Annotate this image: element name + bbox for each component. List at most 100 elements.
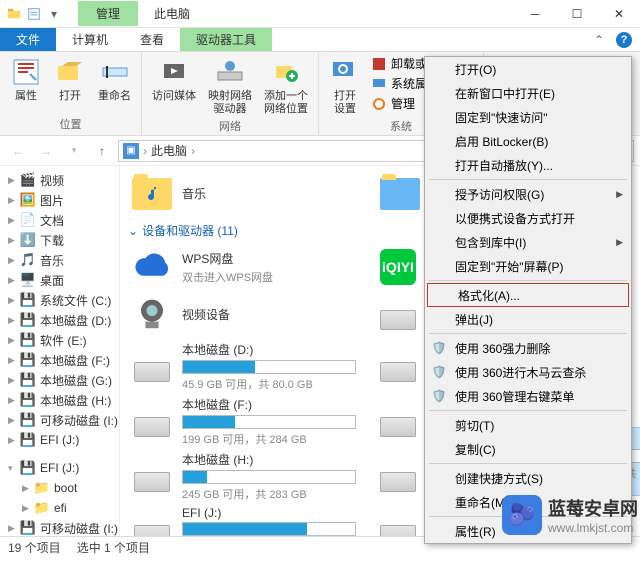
expand-icon[interactable]: ▶ [8, 415, 15, 426]
recent-button[interactable]: ▾ [62, 139, 86, 163]
tree-item[interactable]: ▶🖥️桌面 [0, 270, 119, 290]
manage-tab[interactable]: 管理 [78, 1, 138, 26]
menu-library[interactable]: 包含到库中(I)▶ [425, 230, 631, 254]
tree-item[interactable]: ▶📁efi [0, 498, 119, 518]
tree-item[interactable]: ▶💾本地磁盘 (H:) [0, 390, 119, 410]
tree-item[interactable]: ▾💾EFI (J:) [0, 458, 119, 478]
dl-icon: ⬇️ [20, 232, 36, 248]
local-drive[interactable] [378, 504, 418, 536]
tree-item[interactable]: ▶🖼️图片 [0, 190, 119, 210]
menu-pin-start[interactable]: 固定到"开始"屏幕(P) [425, 254, 631, 278]
system-drive[interactable]: 系 [378, 291, 418, 339]
menu-open-new[interactable]: 在新窗口中打开(E) [425, 81, 631, 105]
menu-360-virus[interactable]: 🛡️使用 360进行木马云查杀 [425, 360, 631, 384]
qat-dropdown-icon[interactable]: ▾ [46, 6, 62, 22]
menu-format[interactable]: 格式化(A)... [427, 283, 629, 307]
navigation-pane[interactable]: ▶🎬视频▶🖼️图片▶📄文档▶⬇️下载▶🎵音乐▶🖥️桌面▶💾系统文件 (C:)▶💾… [0, 166, 120, 536]
expand-icon[interactable]: ▶ [8, 435, 15, 446]
drive-icon [380, 345, 416, 389]
menu-360-delete[interactable]: 🛡️使用 360强力删除 [425, 336, 631, 360]
expand-icon[interactable]: ▶ [8, 295, 15, 306]
menu-portable[interactable]: 以便携式设备方式打开 [425, 206, 631, 230]
ribbon-group-location: 属性 打开 重命名 位置 [0, 52, 142, 135]
local-drive[interactable]: 本地磁盘 (F:) 199 GB 可用，共 284 GB [128, 394, 358, 449]
tree-item[interactable]: ▶💾可移动磁盘 (I:) [0, 518, 119, 536]
menu-access[interactable]: 授予访问权限(G)▶ [425, 182, 631, 206]
tree-item[interactable]: ▶💾本地磁盘 (D:) [0, 310, 119, 330]
expand-icon[interactable]: ▶ [8, 235, 15, 246]
forward-button[interactable]: → [34, 139, 58, 163]
menu-bitlocker[interactable]: 启用 BitLocker(B) [425, 129, 631, 153]
help-icon[interactable]: ? [616, 32, 632, 48]
expand-icon[interactable]: ▾ [8, 463, 13, 474]
menu-autoplay[interactable]: 打开自动播放(Y)... [425, 153, 631, 177]
expand-icon[interactable]: ▶ [8, 195, 15, 206]
local-drive[interactable]: 本地磁盘 (H:) 245 GB 可用，共 283 GB [128, 449, 358, 504]
minimize-button[interactable]: ─ [514, 0, 556, 28]
menu-eject[interactable]: 弹出(J) [425, 307, 631, 331]
computer-tab[interactable]: 计算机 [56, 28, 124, 51]
access-media-button[interactable]: 访问媒体 [148, 54, 200, 105]
collapse-ribbon-icon[interactable]: ⌃ [594, 33, 604, 47]
tree-item[interactable]: ▶🎵音乐 [0, 250, 119, 270]
folder-desktop[interactable]: 桌 [378, 170, 418, 218]
expand-icon[interactable]: ▶ [8, 523, 15, 534]
menu-360-rightmenu[interactable]: 🛡️使用 360管理右键菜单 [425, 384, 631, 408]
folder-icon[interactable] [6, 6, 22, 22]
tree-item[interactable]: ▶💾软件 (E:) [0, 330, 119, 350]
local-drive[interactable]: 本 [378, 394, 418, 449]
view-tab[interactable]: 查看 [124, 28, 180, 51]
menu-cut[interactable]: 剪切(T) [425, 413, 631, 437]
local-drive[interactable]: EFI (J:) 122 MB 可用，共 447 MB [128, 504, 358, 536]
properties-button[interactable]: 属性 [6, 54, 46, 105]
expand-icon[interactable]: ▶ [8, 355, 15, 366]
context-menu: 打开(O) 在新窗口中打开(E) 固定到"快速访问" 启用 BitLocker(… [424, 56, 632, 544]
expand-icon[interactable]: ▶ [8, 175, 15, 186]
expand-icon[interactable]: ▶ [22, 503, 29, 514]
tree-item[interactable]: ▶💾本地磁盘 (F:) [0, 350, 119, 370]
folder-music[interactable]: 音乐 [128, 170, 358, 218]
map-drive-button[interactable]: 映射网络 驱动器 [204, 54, 256, 118]
tree-item[interactable]: ▶📄文档 [0, 210, 119, 230]
drive-icon [380, 400, 416, 444]
menu-pin-quick[interactable]: 固定到"快速访问" [425, 105, 631, 129]
drive-capacity: 245 GB 可用，共 283 GB [182, 486, 356, 502]
tree-item[interactable]: ▶💾可移动磁盘 (I:) [0, 410, 119, 430]
close-button[interactable]: ✕ [598, 0, 640, 28]
expand-icon[interactable]: ▶ [8, 255, 15, 266]
ribbon-tab-strip: 文件 计算机 查看 驱动器工具 ⌃ ? [0, 28, 640, 52]
tree-item[interactable]: ▶💾本地磁盘 (G:) [0, 370, 119, 390]
tree-item[interactable]: ▶📁boot [0, 478, 119, 498]
expand-icon[interactable]: ▶ [8, 315, 15, 326]
wps-drive[interactable]: WPS网盘双击进入WPS网盘 [128, 243, 358, 291]
add-location-button[interactable]: 添加一个 网络位置 [260, 54, 312, 118]
menu-shortcut[interactable]: 创建快捷方式(S) [425, 466, 631, 490]
file-tab[interactable]: 文件 [0, 28, 56, 51]
expand-icon[interactable]: ▶ [8, 275, 15, 286]
local-drive[interactable]: 软 [378, 339, 418, 394]
local-drive[interactable]: 可 [378, 449, 418, 504]
tree-item[interactable]: ▶💾EFI (J:) [0, 430, 119, 450]
tree-item[interactable]: ▶💾系统文件 (C:) [0, 290, 119, 310]
properties-icon[interactable] [26, 6, 42, 22]
tree-item[interactable]: ▶🎬视频 [0, 170, 119, 190]
menu-copy[interactable]: 复制(C) [425, 437, 631, 461]
open-button[interactable]: 打开 [50, 54, 90, 105]
expand-icon[interactable]: ▶ [8, 395, 15, 406]
drive-tools-tab[interactable]: 驱动器工具 [180, 28, 272, 51]
video-device[interactable]: 视频设备 [128, 291, 358, 339]
expand-icon[interactable]: ▶ [22, 483, 29, 494]
maximize-button[interactable]: ☐ [556, 0, 598, 28]
expand-icon[interactable]: ▶ [8, 215, 15, 226]
tree-label: 下载 [40, 232, 64, 249]
expand-icon[interactable]: ▶ [8, 375, 15, 386]
rename-button[interactable]: 重命名 [94, 54, 135, 105]
local-drive[interactable]: 本地磁盘 (D:) 45.9 GB 可用，共 80.0 GB [128, 339, 358, 394]
open-settings-button[interactable]: 打开 设置 [325, 54, 365, 118]
tree-item[interactable]: ▶ ⬇️下载 [0, 230, 119, 250]
up-button[interactable]: ↑ [90, 139, 114, 163]
iqiyi-item[interactable]: iQIYI 爱 [378, 243, 418, 291]
menu-open[interactable]: 打开(O) [425, 57, 631, 81]
back-button[interactable]: ← [6, 139, 30, 163]
expand-icon[interactable]: ▶ [8, 335, 15, 346]
